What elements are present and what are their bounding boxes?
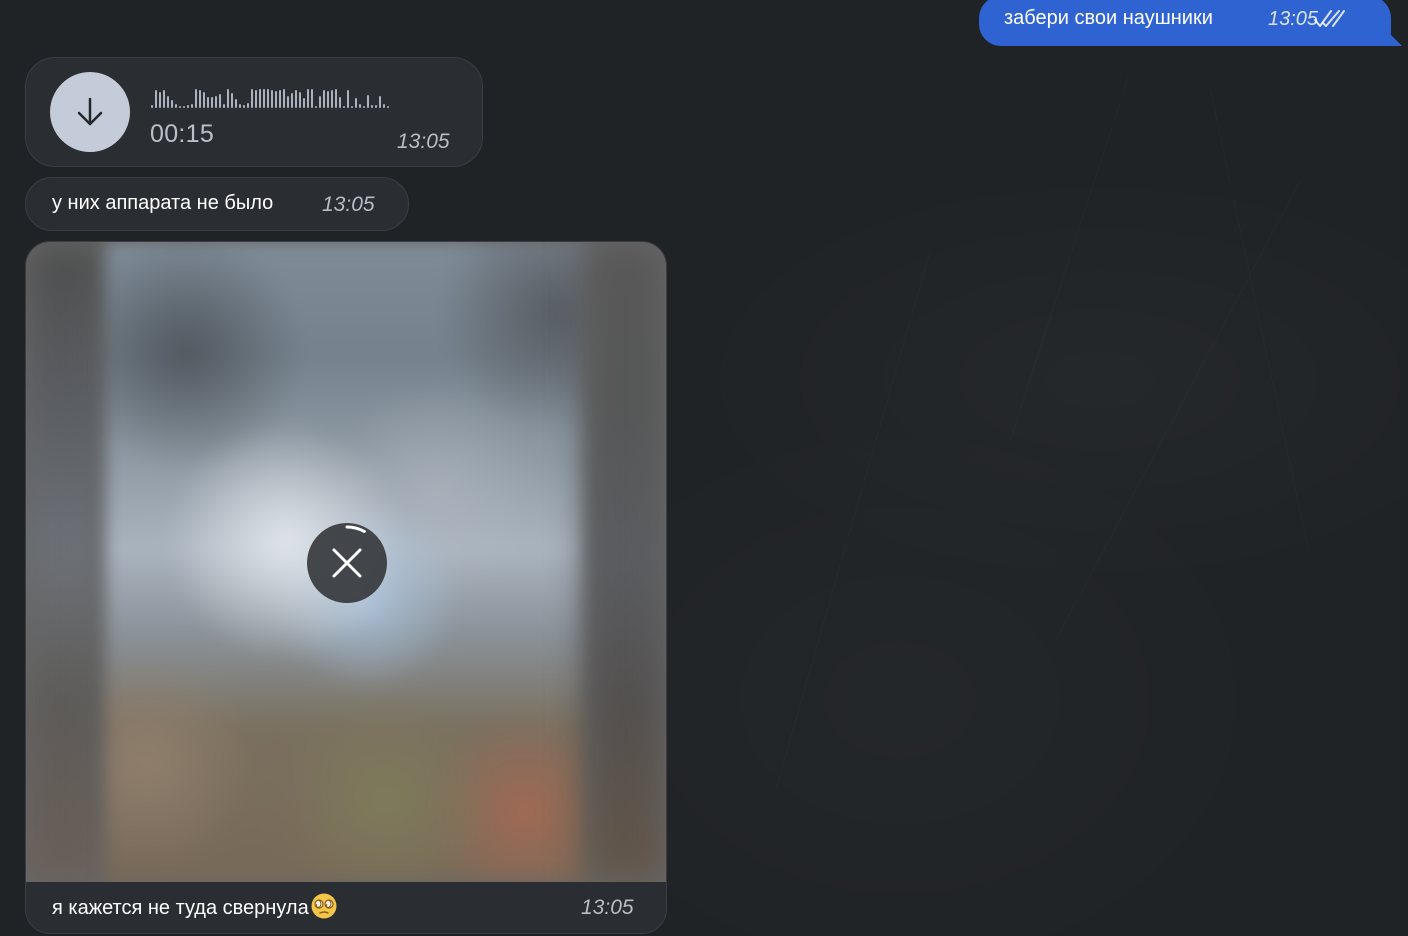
cancel-download-button[interactable] bbox=[307, 523, 387, 603]
waveform-bar bbox=[219, 94, 221, 108]
waveform-bar bbox=[319, 96, 321, 108]
waveform-bar bbox=[295, 90, 297, 108]
waveform-bar bbox=[155, 90, 157, 108]
voice-message-bubble[interactable]: 00:15 13:05 bbox=[25, 57, 483, 167]
voice-duration: 00:15 bbox=[150, 120, 215, 148]
photo-caption: я кажется не туда свернула bbox=[52, 892, 338, 920]
waveform-bar bbox=[267, 89, 269, 108]
waveform-bar bbox=[259, 89, 261, 108]
waveform-bar bbox=[359, 104, 361, 108]
download-arrow-icon bbox=[77, 97, 103, 126]
waveform-bar bbox=[331, 90, 333, 108]
waveform-bar bbox=[307, 89, 309, 108]
waveform-bar bbox=[291, 93, 293, 108]
waveform-bar bbox=[191, 104, 193, 108]
waveform-bar bbox=[263, 89, 265, 108]
waveform-bar bbox=[247, 103, 249, 108]
waveform-bar bbox=[239, 104, 241, 108]
waveform-bar bbox=[343, 106, 345, 108]
waveform-bar bbox=[235, 99, 237, 108]
incoming-message-text: у них аппарата не было bbox=[52, 192, 274, 214]
waveform-bar bbox=[287, 96, 289, 108]
waveform-bar bbox=[159, 92, 161, 108]
dizzy-face-emoji bbox=[311, 893, 337, 919]
waveform-bar bbox=[371, 105, 373, 108]
waveform-bar bbox=[387, 106, 389, 108]
waveform-bar bbox=[299, 92, 301, 108]
waveform-bar bbox=[347, 90, 349, 108]
waveform-bar bbox=[163, 90, 165, 108]
waveform-bar bbox=[231, 93, 233, 108]
waveform-bar bbox=[175, 104, 177, 108]
waveform-bar bbox=[207, 97, 209, 108]
wallpaper-line bbox=[776, 250, 931, 789]
waveform-bar bbox=[339, 97, 341, 108]
photo-message-bubble[interactable]: я кажется не туда свернула 13:05 bbox=[25, 241, 667, 934]
waveform-bar bbox=[211, 97, 213, 108]
wallpaper-line bbox=[1009, 70, 1130, 441]
waveform-bar bbox=[171, 100, 173, 108]
photo-message-time: 13:05 bbox=[581, 896, 634, 919]
wallpaper-line bbox=[1056, 180, 1301, 640]
waveform-bar bbox=[183, 106, 185, 108]
waveform-bar bbox=[275, 91, 277, 108]
download-progress-indicator bbox=[345, 525, 366, 533]
waveform-bar bbox=[335, 89, 337, 108]
waveform-bar bbox=[195, 89, 197, 108]
waveform-bar bbox=[227, 89, 229, 108]
waveform-bar bbox=[203, 92, 205, 108]
waveform-bar bbox=[351, 106, 353, 108]
waveform-bar bbox=[315, 106, 317, 108]
outgoing-message-bubble[interactable]: забери свои наушники 13:05 bbox=[979, 0, 1391, 46]
photo-blur-left bbox=[26, 242, 106, 882]
waveform-bar bbox=[243, 105, 245, 108]
waveform-bar bbox=[379, 96, 381, 108]
waveform-bar bbox=[323, 90, 325, 108]
waveform-bar bbox=[251, 89, 253, 108]
photo-blur-right bbox=[586, 242, 666, 882]
waveform-bar bbox=[327, 91, 329, 108]
voice-message-time: 13:05 bbox=[397, 130, 450, 153]
waveform-bar bbox=[199, 90, 201, 108]
waveform-bar bbox=[367, 95, 369, 108]
waveform-bar bbox=[355, 98, 357, 108]
waveform-bar bbox=[167, 96, 169, 108]
waveform-bar bbox=[215, 96, 217, 108]
voice-waveform[interactable] bbox=[151, 86, 451, 108]
waveform-bar bbox=[283, 89, 285, 108]
incoming-text-message[interactable]: у них аппарата не было 13:05 bbox=[25, 177, 409, 231]
double-check-icon bbox=[1314, 10, 1345, 27]
outgoing-message-text: забери свои наушники bbox=[1004, 7, 1213, 29]
waveform-bar bbox=[223, 104, 225, 108]
waveform-bar bbox=[151, 105, 153, 108]
waveform-bar bbox=[303, 98, 305, 108]
waveform-bar bbox=[311, 89, 313, 108]
voice-download-button[interactable] bbox=[50, 72, 130, 152]
waveform-bar bbox=[279, 90, 281, 108]
waveform-bar bbox=[179, 106, 181, 108]
download-progress-arc bbox=[345, 525, 366, 533]
waveform-bar bbox=[271, 90, 273, 108]
photo-caption-text: я кажется не туда свернула bbox=[52, 897, 309, 919]
waveform-bar bbox=[187, 105, 189, 108]
incoming-message-time: 13:05 bbox=[322, 193, 375, 216]
chat-area: забери свои наушники 13:05 00:15 13:05 у… bbox=[0, 0, 1408, 936]
outgoing-message-time: 13:05 bbox=[1268, 8, 1319, 30]
waveform-bar bbox=[363, 106, 365, 108]
waveform-bar bbox=[255, 90, 257, 108]
waveform-bar bbox=[383, 104, 385, 108]
waveform-bar bbox=[375, 105, 377, 108]
photo-preview[interactable] bbox=[26, 242, 666, 882]
